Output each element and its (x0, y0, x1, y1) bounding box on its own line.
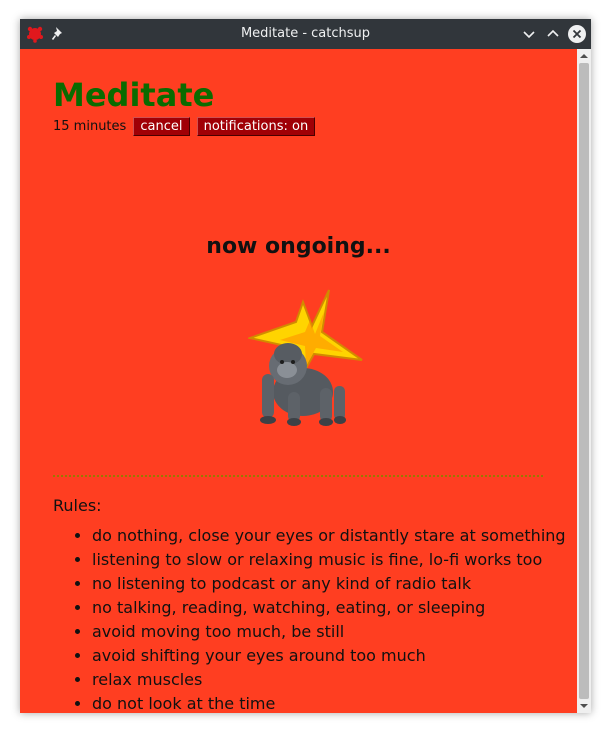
rules-heading: Rules: (53, 496, 102, 515)
app-window: Meditate - catchsup Meditate 15 minutes … (20, 19, 591, 713)
chevron-down-icon[interactable] (520, 25, 538, 43)
list-item: no listening to podcast or any kind of r… (92, 572, 566, 596)
list-item: no talking, reading, watching, eating, o… (92, 596, 566, 620)
page-title: Meditate (53, 76, 215, 114)
close-icon[interactable] (568, 25, 586, 43)
window-title: Meditate - catchsup (240, 26, 371, 41)
list-item: do nothing, close your eyes or distantly… (92, 524, 566, 548)
list-item: listening to slow or relaxing music is f… (92, 548, 566, 572)
list-item: avoid shifting your eyes around too much (92, 644, 566, 668)
cancel-button[interactable]: cancel (133, 117, 190, 136)
list-item: avoid moving too much, be still (92, 620, 566, 644)
scroll-up-arrow-icon[interactable] (580, 52, 588, 60)
scroll-down-arrow-icon[interactable] (580, 702, 588, 710)
scrollbar-thumb[interactable] (579, 63, 589, 699)
rules-list: do nothing, close your eyes or distantly… (53, 524, 566, 713)
duration-label: 15 minutes (53, 119, 127, 134)
status-heading: now ongoing... (206, 234, 391, 259)
notifications-toggle-button[interactable]: notifications: on (196, 117, 316, 136)
activity-page: Meditate 15 minutes cancel notifications… (20, 49, 577, 713)
chevron-up-icon[interactable] (544, 25, 562, 43)
activity-illustration (248, 289, 363, 426)
window-titlebar[interactable]: Meditate - catchsup (20, 19, 591, 49)
section-divider (53, 475, 543, 477)
vertical-scrollbar[interactable] (577, 49, 591, 713)
list-item: do not look at the time (92, 692, 566, 713)
list-item: relax muscles (92, 668, 566, 692)
activity-meta-row: 15 minutes cancel notifications: on (53, 117, 316, 136)
